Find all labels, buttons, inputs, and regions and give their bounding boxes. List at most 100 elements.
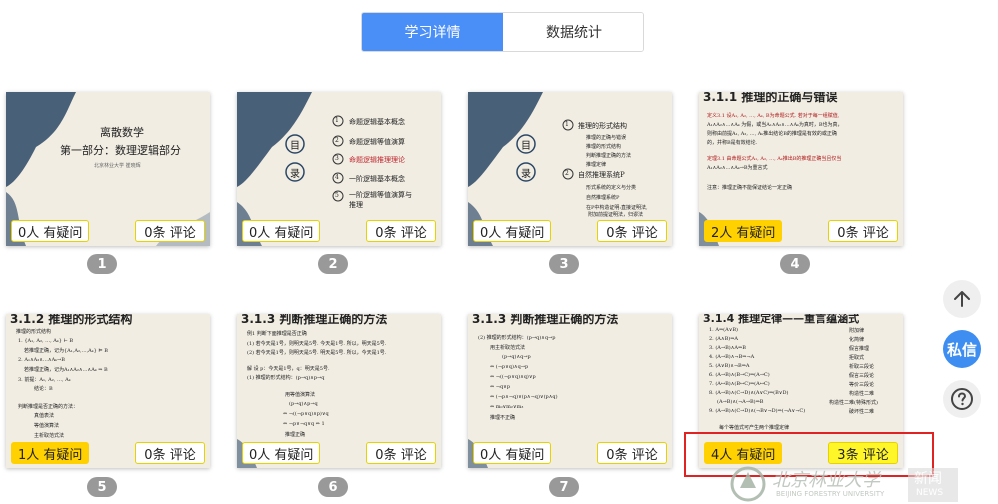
back-to-top-button[interactable] [943,280,981,318]
slide-card-1[interactable]: 离散数学 第一部分：数理逻辑部分 北京林业大学 崔晓辉 0人 有疑问 0条 评论 [6,92,210,246]
law-line: 5. (A∨B)∧¬B⇒A [709,363,750,369]
comment-count-badge[interactable]: 0条 评论 [366,220,436,242]
menu-num: 4 [335,174,339,181]
slide-line: 若推理正确，记为{A₁,A₂,…,Aₖ} ⊨ B [24,348,108,354]
private-message-button[interactable]: 私信 [943,330,981,368]
menu-subitem: 在P中构造证明:直接证明法, [586,205,648,211]
comment-count-badge[interactable]: 0条 评论 [366,442,436,464]
law-name: 构造性二难(特殊形式) [829,400,878,406]
comment-count-badge[interactable]: 3条 评论 [828,442,898,464]
question-count-badge[interactable]: 0人 有疑问 [242,220,321,242]
slide-line: 等值演算法 [34,423,60,429]
menu-subitem: 推理的正确与错误 [586,135,627,141]
slide-line: 判断推理是否正确的方法： [18,404,79,410]
menu-title: 目 [290,141,300,152]
tab-learning-details[interactable]: 学习详情 [362,13,503,51]
slide-line: 若推理正确，记为A₁∧A₂∧…∧Aₖ ⇒ B [24,367,108,373]
slide-card-2[interactable]: 目 录 1 2 3 4 5 命题逻辑基本概念 命题逻辑等值演算 命题逻辑推理理论… [237,92,441,246]
comment-count-badge[interactable]: 0条 评论 [135,442,205,464]
slide-line: ⇔ m₀∨m₂∨m₃ [490,404,524,410]
page-number: 4 [780,254,810,274]
law-name: 拒取式 [849,355,865,361]
question-count-badge[interactable]: 0人 有疑问 [473,220,552,242]
menu-item: 命题逻辑等值演算 [349,138,405,146]
slide-card-7[interactable]: 3.1.3 判断推理正确的方法 (2) 推理的形式结构：(p→q)∧q→p 用主… [468,314,672,468]
comment-count-badge[interactable]: 0条 评论 [828,220,898,242]
menu-item: 一阶逻辑等值演算与 [349,191,412,199]
slide-line: 定义3.1 设A₁, A₂, …, Aₖ, B为命题公式. 若对于每一组赋值, [707,113,840,119]
slide-line: 定理3.1 由命题公式A₁, A₂, …, Aₖ推出B的推理正确当且仅当 [707,156,842,162]
watermark-name: 北京林业大学 [772,470,880,491]
law-line: (A→B)∧(¬A→B)⇒B [717,399,764,405]
question-count-badge[interactable]: 4人 有疑问 [704,442,783,464]
arrow-up-icon [954,291,970,307]
menu-num: 2 [335,137,339,144]
help-button[interactable] [943,380,981,418]
slide-line: 2. A₁∧A₂∧…∧Aₖ→B [18,357,65,363]
slide-line: 用主析取范式法 [490,345,526,351]
slide-line: (p→q)∧q→p [502,354,531,360]
slide-line: 推理不正确 [490,415,516,421]
menu-subitem: 判断推理正确的方法 [586,153,632,159]
comment-count-badge[interactable]: 0条 评论 [597,442,667,464]
slide-card-4[interactable]: 3.1.1 推理的正确与错误 定义3.1 设A₁, A₂, …, Aₖ, B为命… [699,92,903,246]
menu-num: 3 [335,155,339,162]
menu-item: 推理的形式结构 [578,122,627,130]
slide-line: 1. {A₁, A₂, …, Aₖ} ⊢ B [18,338,74,344]
slide-card-6[interactable]: 3.1.3 判断推理正确的方法 例1 判断下面推理是否正确 (1) 若今天是1号… [237,314,441,468]
watermark-subtitle: BEIJING FORESTRY UNIVERSITY [776,490,885,498]
menu-subitem: 自然推理系统P [586,195,620,201]
slide-line: ⇔ ¬((¬p∨q)∧p)∨q [283,411,329,417]
question-count-badge[interactable]: 0人 有疑问 [242,442,321,464]
law-name: 破坏性二难 [849,409,875,415]
slide-line: 用等值演算法 [285,392,316,398]
comment-count-badge[interactable]: 0条 评论 [135,220,205,242]
slide-line: (1) 推理的形式结构：(p→q)∧p→q [247,375,325,381]
menu-num: 2 [565,170,569,177]
law-name: 析取三段论 [849,364,875,370]
slide-line: 真值表法 [34,413,55,419]
law-line: 1. A⇒(A∨B) [709,327,739,333]
question-count-badge[interactable]: 0人 有疑问 [11,220,90,242]
menu-item-highlighted: 命题逻辑推理理论 [349,156,405,164]
law-name: 构造性二难 [849,391,875,397]
slide-line: 主析取范式法 [34,433,65,439]
slide-line: A₁∧A₂∧…∧Aₖ 为假，或当A₁∧A₂∧…∧Aₖ为真时，B也为真， [707,122,843,128]
menu-num: 1 [565,121,569,128]
slide-card-5[interactable]: 3.1.2 推理的形式结构 推理的形式结构 1. {A₁, A₂, …, Aₖ}… [6,314,210,468]
page-number: 3 [549,254,579,274]
slide-line: 例1 判断下面推理是否正确 [247,331,307,337]
law-line: 7. (A↔B)∧(B↔C)⇒(A↔C) [709,381,770,387]
question-count-badge[interactable]: 0人 有疑问 [473,442,552,464]
slide-line: 注意：推理正确不能保证结论一定正确 [707,185,793,191]
law-line: 8. (A→B)∧(C→D)∧(A∨C)⇒(B∨D) [709,390,789,396]
slide-heading: 3.1.3 判断推理正确的方法 [241,314,388,326]
watermark-news-en: NEWS [916,488,944,498]
slide-line: ⇔ (¬p∧¬q)∨(p∧¬q)∨(p∧q) [490,394,558,400]
slide-line: A₁∧A₂∧…∧Aₖ→B为重言式 [707,165,768,171]
menu-item: 自然推理系统P [578,171,625,179]
slide-line: ⇔ ¬q∨p [490,384,511,390]
comment-count-badge[interactable]: 0条 评论 [597,220,667,242]
question-count-badge[interactable]: 1人 有疑问 [11,442,90,464]
tab-bar: 学习详情 数据统计 [361,12,644,52]
slide-card-3[interactable]: 目 录 1 2 推理的形式结构 推理的正确与错误 推理的形式结构 判断推理正确的… [468,92,672,246]
law-name: 等价三段论 [849,382,875,388]
menu-num: 5 [335,192,339,199]
tab-data-statistics[interactable]: 数据统计 [503,13,643,51]
law-line: 4. (A→B)∧¬B⇒¬A [709,354,755,360]
menu-subitem: 推理的形式结构 [586,144,622,150]
slide-heading: 3.1.2 推理的形式结构 [10,314,133,326]
question-count-badge[interactable]: 2人 有疑问 [704,220,783,242]
law-note: 每个等值式可产生两个推理定律 [719,425,790,431]
page-number: 2 [318,254,348,274]
slide-card-8[interactable]: 3.1.4 推理定律——重言蕴涵式 1. A⇒(A∨B) 2. (A∧B)⇒A … [699,314,903,468]
watermark-news: 新闻 [914,471,942,487]
page-number: 7 [549,477,579,497]
slide-line: ⇔ ¬p∨¬q∨q ⇔ 1 [283,421,325,427]
law-name: 假言三段论 [849,373,875,379]
slide-heading: 3.1.3 判断推理正确的方法 [472,314,619,326]
slide-author: 北京林业大学 崔晓辉 [94,163,141,169]
page-number: 1 [87,254,117,274]
slide-line: 的，并称B是有效结论. [707,140,758,146]
